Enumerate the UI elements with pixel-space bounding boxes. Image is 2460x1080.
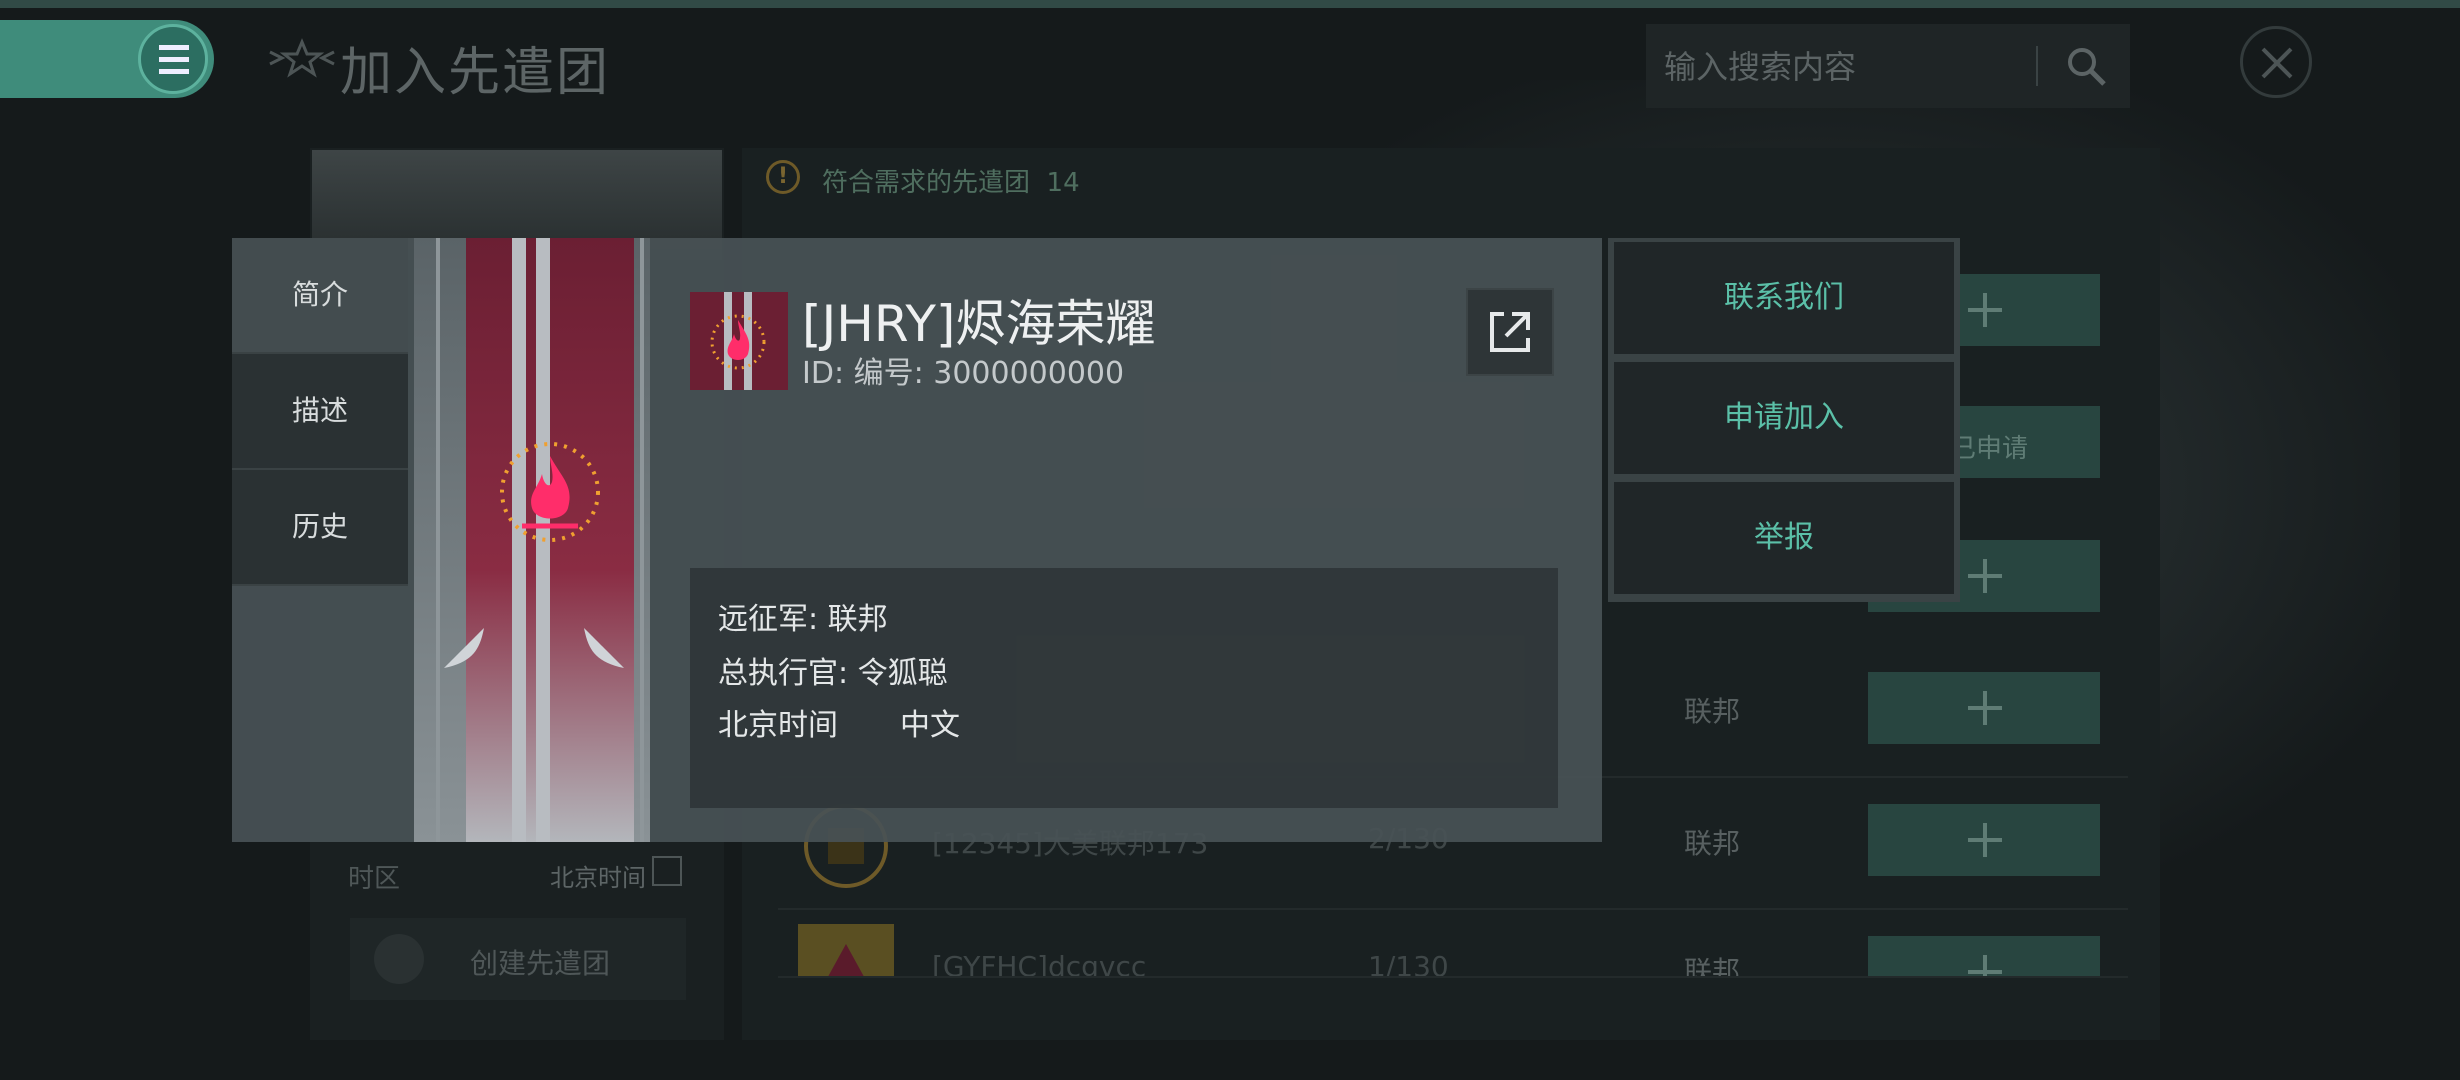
edit-icon[interactable] <box>652 856 682 886</box>
commander-value: 令狐聪 <box>857 656 948 691</box>
guild-banner <box>414 238 650 842</box>
flame-emblem-icon <box>500 442 600 542</box>
guild-detail-popup: 简介 描述 历史 [JHRY]烬海荣耀 ID: 编号: 3000000000 远… <box>232 238 1602 842</box>
commander-info: 总执行官: 令狐聪 <box>718 648 948 692</box>
guild-name: [GYFHC]dcgvcc <box>932 950 1147 978</box>
guild-faction: 联邦 <box>1684 955 1741 978</box>
document-icon <box>374 934 424 984</box>
report-button[interactable]: 举报 <box>1614 482 1954 594</box>
timezone-value: 北京时间 <box>550 864 646 892</box>
language-info: 中文 <box>900 708 960 743</box>
guild-emblem-icon <box>690 292 788 390</box>
create-guild-label: 创建先遣团 <box>470 947 611 980</box>
notice-count: 14 <box>1046 168 1080 198</box>
rank-star-icon <box>269 38 335 78</box>
guild-name: [JHRY]烬海荣耀 <box>802 295 1156 353</box>
search-divider <box>2036 46 2038 86</box>
guild-faction: 联邦 <box>1684 827 1741 860</box>
share-button[interactable] <box>1466 288 1554 376</box>
army-label: 远征军: <box>718 602 819 637</box>
join-button[interactable] <box>1868 804 2100 876</box>
action-panel: 联系我们 申请加入 举报 <box>1608 238 1960 602</box>
army-info: 远征军: 联邦 <box>718 594 888 638</box>
tab-history[interactable]: 历史 <box>232 470 408 586</box>
external-link-icon <box>1490 312 1530 352</box>
search-box <box>1646 24 2130 108</box>
top-accent-line <box>0 0 2460 8</box>
tab-description[interactable]: 描述 <box>232 354 408 470</box>
apply-join-button[interactable]: 申请加入 <box>1614 362 1954 474</box>
alert-icon: ! <box>766 160 800 194</box>
guild-emblem-icon <box>798 924 894 976</box>
page-title: 加入先遣团 <box>340 43 611 103</box>
contact-us-button[interactable]: 联系我们 <box>1614 242 1954 354</box>
commander-label: 总执行官: <box>718 656 849 691</box>
guild-faction: 联邦 <box>1684 695 1741 728</box>
search-icon[interactable] <box>2064 44 2108 88</box>
menu-icon[interactable] <box>138 24 208 94</box>
close-button[interactable] <box>2240 26 2312 98</box>
notice-label: 符合需求的先遣团 <box>822 168 1031 198</box>
join-button[interactable] <box>1868 936 2100 976</box>
timezone-label: 时区 <box>348 864 401 894</box>
tab-intro[interactable]: 简介 <box>232 238 408 354</box>
create-guild-button[interactable]: 创建先遣团 <box>350 918 686 1000</box>
close-icon <box>2261 47 2293 79</box>
timezone-info: 北京时间 <box>718 708 838 743</box>
army-value: 联邦 <box>827 602 888 637</box>
guild-count-notice: 符合需求的先遣团 14 <box>822 162 1080 199</box>
join-button[interactable] <box>1868 672 2100 744</box>
search-input[interactable] <box>1662 42 2026 92</box>
guild-info-box: 远征军: 联邦 总执行官: 令狐聪 北京时间 中文 <box>690 568 1558 808</box>
guild-id: ID: 编号: 3000000000 <box>802 356 1125 391</box>
member-count: 1/130 <box>1368 950 1449 978</box>
wing-ornament-icon <box>444 628 624 668</box>
applied-label: 已申请 <box>1950 434 2029 464</box>
